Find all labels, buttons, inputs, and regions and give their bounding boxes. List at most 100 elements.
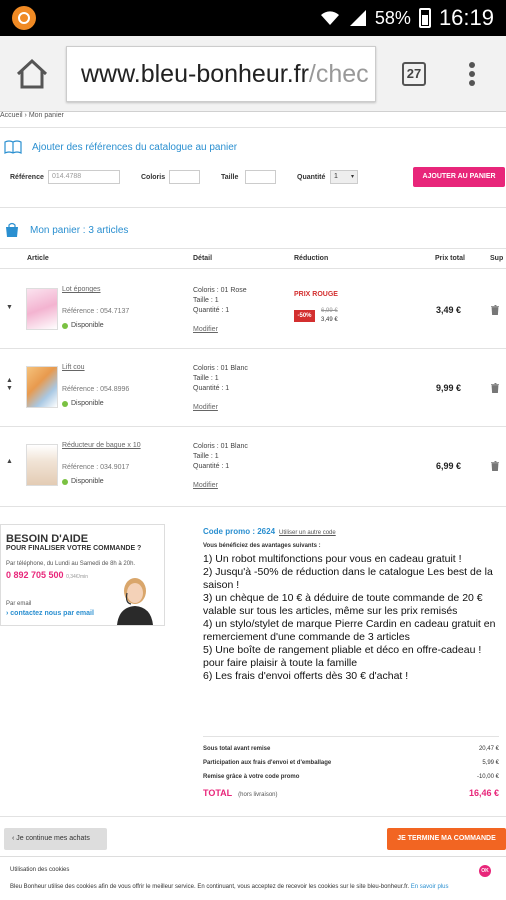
help-email-label: Par email [6,601,32,607]
availability: Disponible [62,400,104,407]
col-header-delete: Sup [490,255,504,262]
help-phone-number: 0 892 705 500 [6,570,64,580]
size-label: Taille [221,174,239,181]
breadcrumb-home[interactable]: Accueil [0,112,23,119]
modify-link[interactable]: Modifier [193,326,218,333]
quantity-up-arrow[interactable]: ▲ [6,377,13,384]
app-notification-icon [12,6,36,30]
col-header-article: Article [27,255,49,262]
detail-size: Taille : 1 [193,375,219,382]
product-image[interactable] [26,444,58,486]
continue-shopping-button[interactable]: ‹ Je continue mes achats [4,828,107,850]
total-row: TOTAL (hors livraison) 16,46 € [203,788,499,804]
status-bar: 58% 16:19 [0,0,506,36]
other-code-link[interactable]: Utiliser un autre code [279,530,336,536]
product-image[interactable] [26,288,58,330]
cart-title-text: Mon panier : 3 articles [30,224,129,236]
colors-input[interactable] [169,170,200,184]
trash-icon[interactable] [491,461,499,471]
catalog-title-text: Ajouter des références du catalogue au p… [32,141,238,153]
availability-text: Disponible [71,478,104,485]
total-hint: (hors livraison) [238,792,278,798]
benefit-item: 1) Un robot multifonctions pour vous en … [203,553,462,565]
promo-code-label: Code promo : 2624 [203,527,276,536]
quantity-label: Quantité [297,174,326,181]
detail-color: Coloris : 01 Blanc [193,365,248,372]
catalog-section-title: Ajouter des références du catalogue au p… [4,140,237,154]
benefit-item: 4) un stylo/stylet de marque Pierre Card… [203,618,496,643]
benefit-item: 3) un chèque de 10 € à déduire de toute … [203,592,483,617]
browser-toolbar: www.bleu-bonheur.fr/chec 27 [0,36,506,112]
chevron-left-icon: ‹ [12,835,15,842]
modify-link[interactable]: Modifier [193,482,218,489]
tab-switcher-button[interactable]: 27 [402,62,426,86]
benefit-item: 5) Une boîte de rangement pliable et déc… [203,644,482,669]
trash-icon[interactable] [491,383,499,393]
battery-icon [418,8,431,28]
quantity-down-arrow[interactable]: ▼ [6,304,13,311]
shipping-value: 5,99 € [482,760,499,766]
checkout-button[interactable]: JE TERMINE MA COMMANDE [387,828,506,850]
col-header-detail: Détail [193,255,213,262]
product-name[interactable]: Réducteur de bague x 10 [62,442,141,449]
clock: 16:19 [438,5,494,30]
help-subtitle: POUR FINALISER VOTRE COMMANDE ? [6,545,142,552]
shopping-bag-icon [6,222,18,237]
contact-email-link[interactable]: › contactez nous par email [6,610,94,617]
address-bar[interactable]: www.bleu-bonheur.fr/chec [66,46,376,102]
chevron-down-icon: ▾ [350,174,354,180]
cookie-learn-more-link[interactable]: En savoir plus [411,884,449,890]
row-total: 9,99 € [436,383,462,393]
cart-page: Accueil › Mon panier Ajouter des référen… [0,112,506,900]
trash-icon[interactable] [491,305,499,315]
cart-row: ▲ Réducteur de bague x 10 Référence : 03… [0,426,506,504]
availability-text: Disponible [71,322,104,329]
benefit-item: 6) Les frais d'envoi offerts dès 30 € d'… [203,670,409,682]
size-input[interactable] [245,170,276,184]
subtotal-row: Sous total avant remise 20,47 € [203,746,499,760]
promo-label: PRIX ROUGE [294,291,338,298]
discount-row: Remise grâce à votre code promo -10,00 € [203,774,499,788]
divider [0,248,506,249]
promo-intro: Vous bénéficiez des avantages suivants : [203,543,321,549]
order-summary: Sous total avant remise 20,47 € Participa… [203,746,499,804]
availability-dot-icon [62,400,68,407]
product-reference: Référence : 054.7137 [62,308,130,315]
detail-quantity: Quantité : 1 [193,385,230,392]
availability-dot-icon [62,478,68,485]
product-image[interactable] [26,366,58,408]
row-total: 6,99 € [436,461,462,471]
detail-size: Taille : 1 [193,453,219,460]
detail-color: Coloris : 01 Rose [193,287,247,294]
add-to-cart-button[interactable]: AJOUTER AU PANIER [413,167,505,187]
subtotal-label: Sous total avant remise [203,746,271,752]
total-label: TOTAL [203,788,233,798]
cookie-text: Bleu Bonheur utilise des cookies afin de… [10,884,448,890]
cookie-banner: Utilisation des cookies Bleu Bonheur uti… [0,856,506,900]
promo-benefits: 1) Un robot multifonctions pour vous en … [203,553,499,683]
reference-input[interactable]: 014.4788 [48,170,120,184]
continue-shopping-label: Je continue mes achats [16,835,90,842]
overflow-menu-icon[interactable] [464,62,480,88]
product-detail: Coloris : 01 Rose Taille : 1 Quantité : … [193,286,247,316]
cookie-text-body: Bleu Bonheur utilise des cookies afin de… [10,884,410,890]
divider [0,127,506,128]
product-name[interactable]: Lot éponges [62,286,101,293]
home-icon[interactable] [14,56,50,92]
cart-row: ▲ ▼ Lift cou Référence : 054.8996 Dispon… [0,348,506,426]
url-domain: www.bleu-bonheur.fr [81,60,309,88]
help-phone-price: 0,34€/min [66,574,89,580]
quantity-up-arrow[interactable]: ▲ [6,458,13,465]
detail-quantity: Quantité : 1 [193,463,230,470]
availability-text: Disponible [71,400,104,407]
quantity-down-arrow[interactable]: ▼ [6,385,13,392]
url-path: /chec [308,60,369,88]
help-phone[interactable]: 0 892 705 500 0,34€/min [6,570,88,580]
product-reference: Référence : 034.9017 [62,464,130,471]
product-name[interactable]: Lift cou [62,364,85,371]
cookie-ok-button[interactable]: OK [479,865,491,877]
quantity-select[interactable]: 1 ▾ [330,170,358,184]
modify-link[interactable]: Modifier [193,404,218,411]
discount-badge: -50% [294,310,315,322]
detail-size: Taille : 1 [193,297,219,304]
